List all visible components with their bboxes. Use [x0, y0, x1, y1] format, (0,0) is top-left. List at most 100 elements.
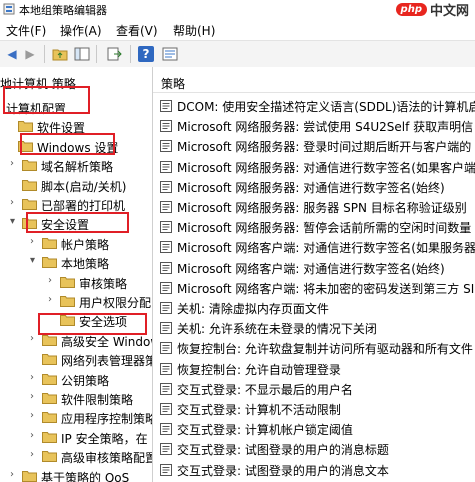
- watermark-site: 中文网: [429, 4, 469, 19]
- folder-icon: [42, 412, 57, 424]
- tree-node-label: 用户权限分配: [79, 296, 152, 310]
- folder-icon: [42, 237, 57, 249]
- annotation-box-security-settings: [26, 212, 129, 233]
- policy-setting-icon: [160, 221, 172, 234]
- toolbar-separator: [96, 45, 97, 63]
- policy-row-label: 交互式登录: 计算机帐户锁定阈值: [177, 423, 353, 438]
- tree-node-label: 脚本(启动/关机): [41, 179, 127, 194]
- folder-icon: [22, 160, 37, 172]
- window-title: 本地组策略编辑器: [19, 4, 107, 17]
- policy-row-label: Microsoft 网络客户端: 对通信进行数字签名(始终): [177, 261, 445, 276]
- menu-view[interactable]: 查看(V): [116, 22, 158, 39]
- chevron-right-icon[interactable]: ›: [30, 430, 40, 441]
- show-hide-tree-icon[interactable]: [74, 46, 90, 62]
- folder-icon: [42, 431, 57, 443]
- policy-row-label: Microsoft 网络服务器: 对通信进行数字签名(如果客户端: [177, 160, 475, 175]
- policy-row-label: Microsoft 网络服务器: 登录时间过期后断开与客户端的: [177, 140, 472, 155]
- menu-action[interactable]: 操作(A): [60, 22, 102, 39]
- policy-row-label: 关机: 清除虚拟内存页面文件: [177, 302, 329, 316]
- tree-node-label: 域名解析策略: [41, 160, 114, 175]
- title-bar: 本地组策略编辑器 php 中文网: [0, 0, 475, 19]
- policy-setting-icon: [160, 342, 172, 355]
- tree-node-label: 应用程序控制策略: [61, 412, 153, 427]
- header-divider: [153, 92, 475, 93]
- policy-setting-icon: [160, 120, 172, 133]
- chevron-right-icon[interactable]: ›: [30, 449, 40, 460]
- folder-icon: [42, 334, 57, 346]
- export-list-icon[interactable]: [106, 46, 122, 62]
- policy-row-label: 交互式登录: 计算机不活动限制: [177, 403, 341, 417]
- policy-setting-icon: [160, 322, 172, 335]
- policy-setting-icon: [160, 261, 172, 274]
- tree-node-label: 本地策略: [61, 257, 110, 272]
- policy-row-label: Microsoft 网络客户端: 对通信进行数字签名(如果服务器: [177, 241, 475, 256]
- policy-setting-icon: [160, 382, 172, 395]
- tree-node-label: 帐户策略: [61, 237, 110, 252]
- chevron-right-icon[interactable]: ›: [48, 294, 58, 305]
- menu-file[interactable]: 文件(F): [6, 22, 46, 39]
- tree-node-label: 公钥策略: [61, 373, 110, 388]
- policy-setting-icon: [160, 463, 172, 476]
- policy-row-label: 交互式登录: 试图登录的用户的消息文本: [177, 463, 389, 478]
- policy-row-label: 交互式登录: 试图登录的用户的消息标题: [177, 443, 389, 458]
- folder-icon: [22, 179, 37, 191]
- policy-row-label: Microsoft 网络客户端: 将未加密的密码发送到第三方 SI: [177, 281, 475, 296]
- folder-icon: [60, 276, 75, 288]
- chevron-right-icon[interactable]: ›: [30, 410, 40, 421]
- column-header-label: 策略: [161, 77, 186, 91]
- menu-help[interactable]: 帮助(H): [173, 22, 215, 39]
- tree-node-label: 软件限制策略: [61, 393, 134, 407]
- tree-pane: 地计算机 策略 计算机配置 软件设置 Windows 设置 › 域名解析策略 脚本(启动/…: [0, 67, 153, 482]
- policy-row-label: 交互式登录: 不显示最后的用户名: [177, 382, 353, 397]
- policy-setting-icon: [160, 160, 172, 173]
- policy-setting-icon: [160, 180, 172, 193]
- folder-icon: [60, 296, 75, 307]
- policy-row-label: Microsoft 网络服务器: 暂停会话前所需的空闲时间数量: [177, 221, 472, 236]
- toolbar-separator: [44, 45, 45, 63]
- policy-setting-icon: [160, 140, 172, 153]
- chevron-right-icon[interactable]: ›: [30, 372, 40, 383]
- back-icon[interactable]: ◀: [4, 46, 20, 62]
- policy-row-label: 关机: 允许系统在未登录的情况下关闭: [177, 322, 377, 337]
- chevron-right-icon[interactable]: ›: [30, 236, 40, 247]
- policy-setting-icon: [160, 362, 172, 375]
- folder-icon: [18, 121, 33, 133]
- folder-icon: [42, 257, 57, 269]
- chevron-right-icon[interactable]: ›: [48, 275, 58, 286]
- policy-row-label: 恢复控制台: 允许自动管理登录: [177, 362, 341, 377]
- chevron-down-icon[interactable]: ▾: [30, 255, 40, 266]
- folder-icon: [42, 393, 57, 404]
- folder-icon: [22, 199, 37, 210]
- policy-setting-icon: [160, 281, 172, 294]
- chevron-right-icon[interactable]: ›: [10, 469, 20, 480]
- forward-icon[interactable]: ▶: [22, 46, 38, 62]
- tree-node-label: IP 安全策略，在: [61, 431, 148, 446]
- chevron-right-icon[interactable]: ›: [10, 197, 20, 208]
- policy-row-label: Microsoft 网络服务器: 服务器 SPN 目标名称验证级别: [177, 201, 467, 215]
- tree-node-label: 网络列表管理器策: [61, 354, 153, 369]
- group-policy-app-icon: [3, 3, 15, 15]
- policy-setting-icon: [160, 302, 172, 314]
- chevron-right-icon[interactable]: ›: [30, 391, 40, 402]
- folder-icon: [42, 451, 57, 463]
- properties-icon[interactable]: [162, 46, 178, 62]
- chevron-right-icon[interactable]: ›: [10, 158, 20, 169]
- annotation-box-security-options: [38, 313, 147, 335]
- toolbar-separator: [130, 45, 131, 63]
- watermark-logo: php: [395, 3, 427, 16]
- toolbar: ◀ ▶ ?: [0, 40, 475, 68]
- folder-icon: [42, 354, 57, 366]
- policy-row-label: Microsoft 网络服务器: 对通信进行数字签名(始终): [177, 180, 445, 195]
- tree-node-label: 审核策略: [79, 276, 128, 291]
- policy-row-label: Microsoft 网络服务器: 尝试使用 S4U2Self 获取声明信: [177, 120, 474, 135]
- folder-icon: [22, 470, 37, 482]
- watermark: php 中文网: [395, 0, 469, 19]
- annotation-box-windows-settings: [20, 133, 115, 155]
- column-header-policy[interactable]: 策略: [153, 72, 475, 92]
- up-folder-icon[interactable]: [52, 46, 68, 62]
- help-icon[interactable]: ?: [138, 46, 154, 62]
- policy-row-label: 恢复控制台: 允许软盘复制并访问所有驱动器和所有文件: [177, 342, 473, 357]
- policy-setting-icon: [160, 201, 172, 213]
- chevron-down-icon[interactable]: ▾: [10, 216, 20, 227]
- tree-node-label: 高级审核策略配置: [61, 451, 153, 466]
